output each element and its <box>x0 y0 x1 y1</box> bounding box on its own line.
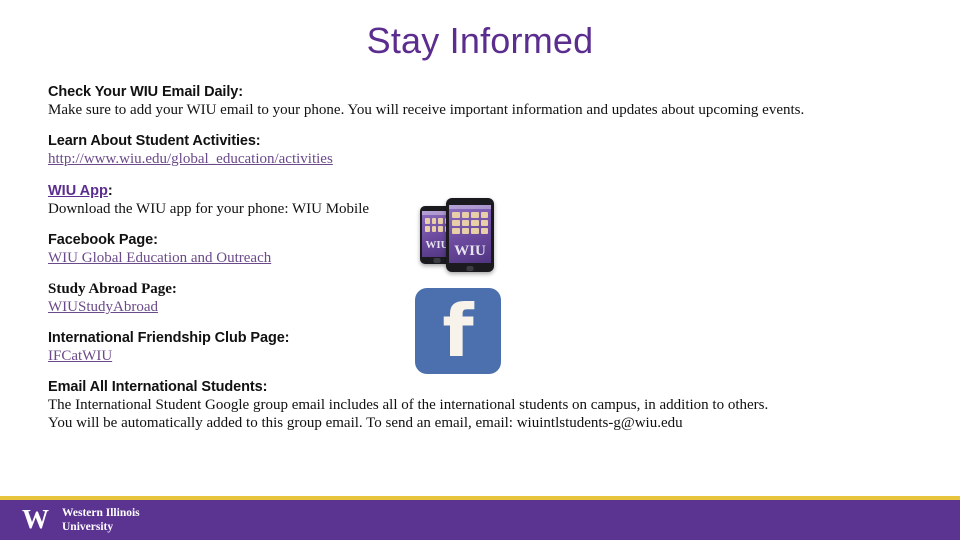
link-wiu-app[interactable]: WIU App <box>48 183 108 199</box>
footer-name-line-2: University <box>62 520 114 533</box>
footer-bar: W Western Illinois University <box>0 496 960 540</box>
phone-front-wiu-label: WIU <box>454 243 486 259</box>
phone-back-home-button <box>433 258 441 263</box>
footer-logo-group: W Western Illinois University <box>22 505 140 534</box>
phone-front-statusbar <box>449 205 491 209</box>
section-body-email-line1: The International Student Google group e… <box>48 397 769 413</box>
section-body-check-email: Make sure to add your WIU email to your … <box>48 102 805 118</box>
wiu-w-logo-icon: W <box>22 504 49 534</box>
section-email-all-students: Email All International Students: The In… <box>48 379 918 432</box>
section-heading-email-all-students: Email All International Students: <box>48 379 268 395</box>
section-heading-check-email: Check Your WIU Email Daily: <box>48 84 243 100</box>
facebook-f-glyph: f <box>442 289 474 373</box>
link-student-activities-url[interactable]: http://www.wiu.edu/global_education/acti… <box>48 150 333 168</box>
link-facebook-global-education[interactable]: WIU Global Education and Outreach <box>48 249 271 267</box>
section-check-email: Check Your WIU Email Daily: Make sure to… <box>48 84 918 119</box>
link-wiu-study-abroad[interactable]: WIUStudyAbroad <box>48 298 158 316</box>
wiu-app-colon: : <box>107 183 113 199</box>
page-title: Stay Informed <box>366 20 594 61</box>
facebook-icon: f <box>415 288 501 374</box>
section-body-email-line2: You will be automatically added to this … <box>48 415 683 431</box>
phone-front-home-button <box>466 266 474 271</box>
phone-front-app-icons <box>452 212 488 234</box>
section-heading-student-activities: Learn About Student Activities: <box>48 133 261 149</box>
phone-front-screen: WIU <box>449 205 491 263</box>
section-student-activities: Learn About Student Activities: http://w… <box>48 133 918 168</box>
wiu-mobile-phones-image: WIU WIU <box>414 196 502 276</box>
footer-university-name: Western Illinois University <box>62 506 140 534</box>
footer-name-line-1: Western Illinois <box>62 506 140 519</box>
phone-front: WIU <box>446 198 494 272</box>
link-ifc-at-wiu[interactable]: IFCatWIU <box>48 347 112 365</box>
slide: Stay Informed Check Your WIU Email Daily… <box>0 0 960 540</box>
